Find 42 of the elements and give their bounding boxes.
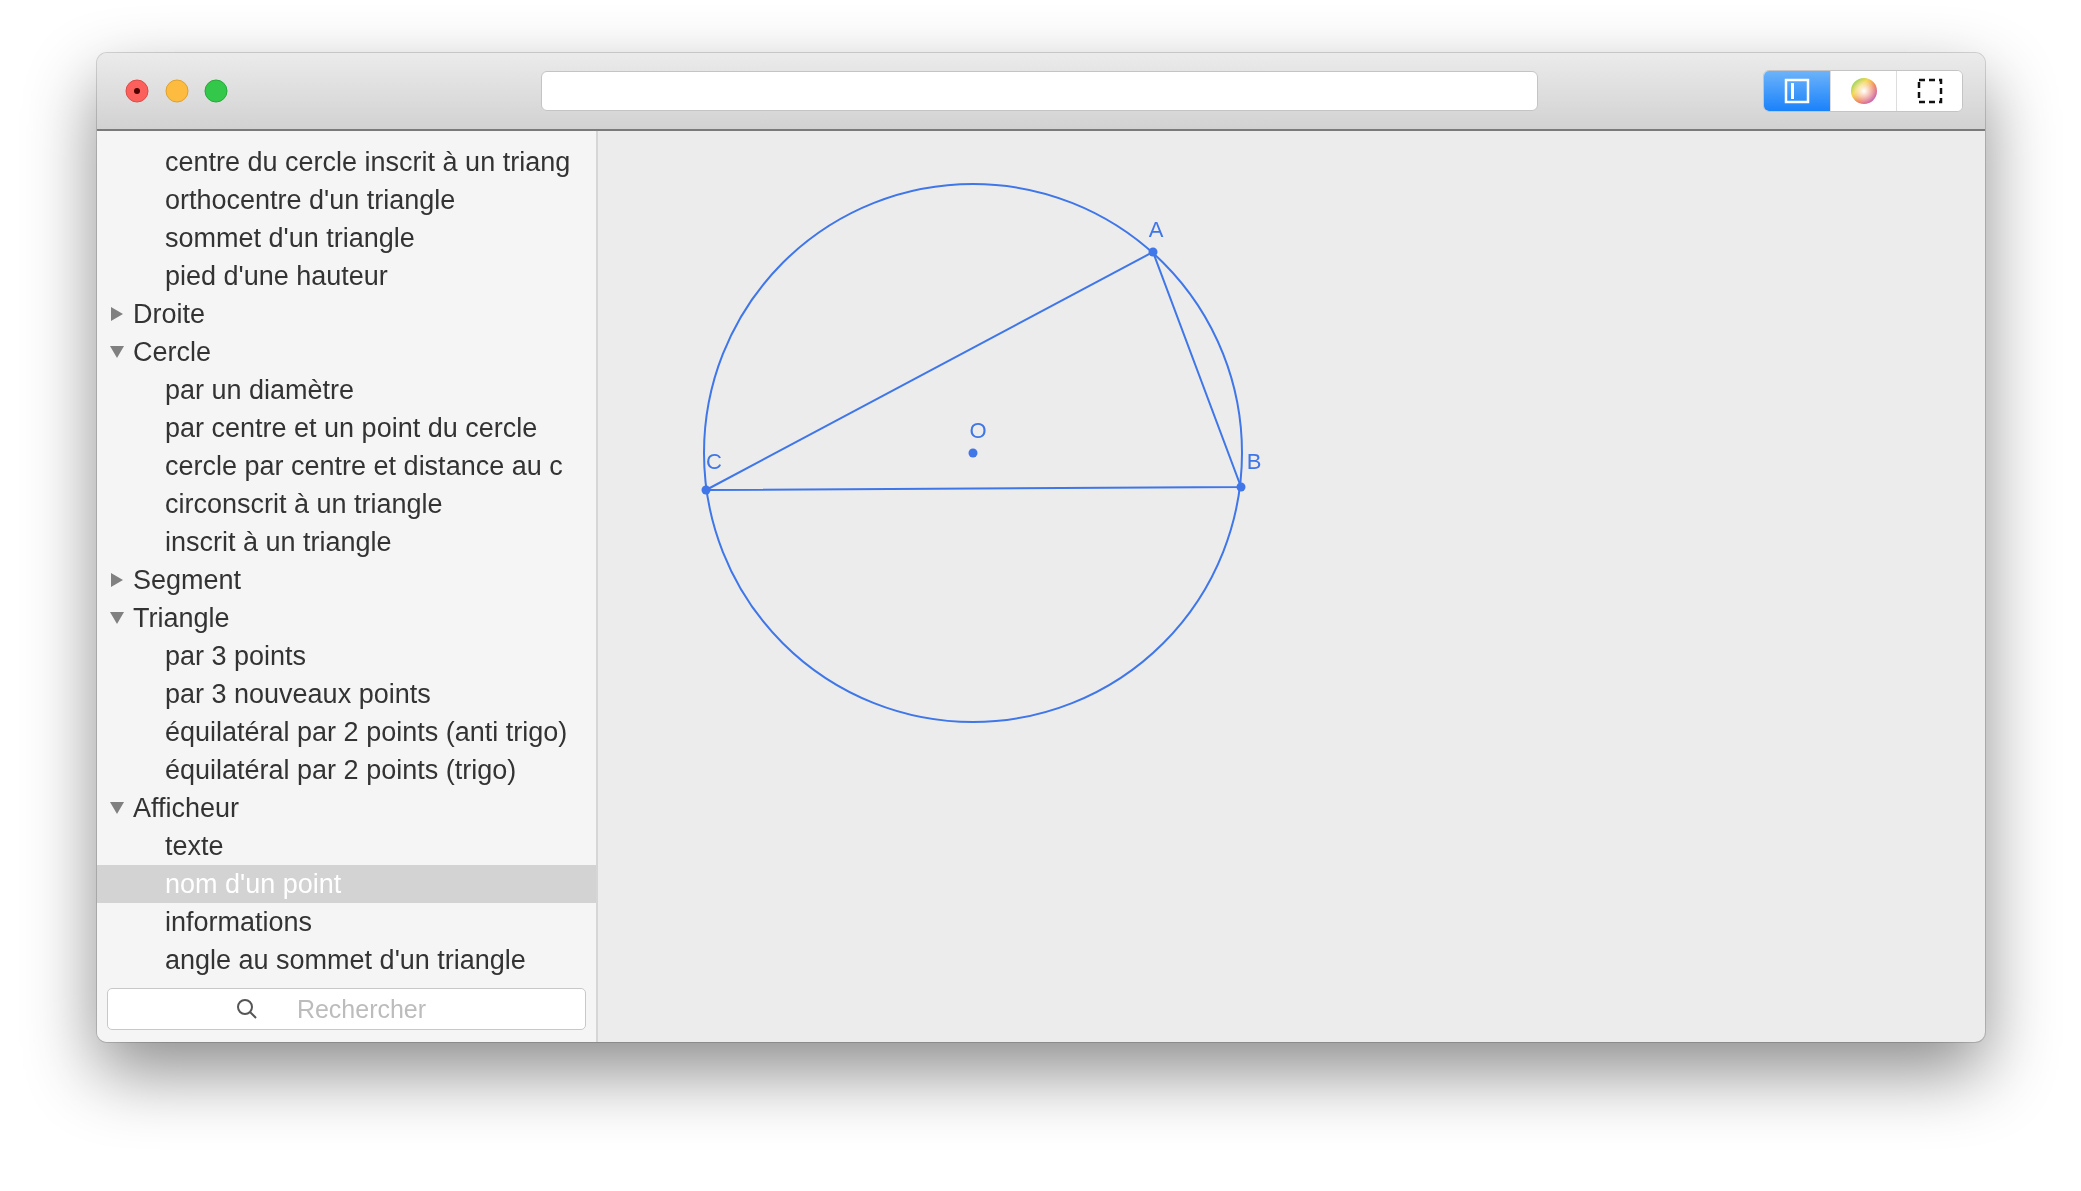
point-marker[interactable] (701, 485, 711, 495)
tool-item[interactable]: centre du cercle inscrit à un triang (97, 143, 596, 181)
point-marker[interactable] (968, 448, 978, 458)
color-wheel-icon (1848, 76, 1879, 106)
tool-item[interactable]: angle au sommet d'un triangle (97, 941, 596, 979)
category-label[interactable]: Afficheur (133, 792, 240, 824)
category-label[interactable]: Cercle (133, 336, 212, 368)
tool-item[interactable]: inscrit à un triangle (97, 523, 596, 561)
category-label[interactable]: Segment (133, 564, 242, 596)
point-label: C (706, 449, 722, 474)
tool-item[interactable]: circonscrit à un triangle (97, 485, 596, 523)
tool-item[interactable]: sommet d'un triangle (97, 219, 596, 257)
tool-item[interactable]: par un diamètre (97, 371, 596, 409)
window-controls-icon[interactable] (125, 78, 229, 104)
sidebar-icon (1784, 78, 1810, 104)
view-button[interactable] (1896, 71, 1962, 111)
point-marker[interactable] (1236, 482, 1246, 492)
search-field[interactable]: Rechercher (107, 988, 586, 1030)
tool-item[interactable]: texte (97, 827, 596, 865)
point-label: A (1148, 217, 1164, 242)
collapsed-triangle-icon[interactable] (109, 306, 125, 322)
tool-item[interactable]: cercle par centre et distance au c (97, 447, 596, 485)
tool-item[interactable]: par 3 nouveaux points (97, 675, 596, 713)
point-marker[interactable] (1148, 247, 1158, 257)
expanded-triangle-icon[interactable] (109, 344, 125, 360)
collapsed-triangle-icon[interactable] (109, 572, 125, 588)
tool-item[interactable]: par centre et un point du cercle (97, 409, 596, 447)
tool-item[interactable]: informations (97, 903, 596, 941)
tool-item[interactable]: orthocentre d'un triangle (97, 181, 596, 219)
point-label: B (1246, 449, 1262, 474)
tool-item[interactable]: équilatéral par 2 points (trigo) (97, 751, 596, 789)
category-label[interactable]: Triangle (133, 602, 230, 634)
expanded-triangle-icon[interactable] (109, 610, 125, 626)
category-label[interactable]: Droite (133, 298, 206, 330)
expanded-triangle-icon[interactable] (109, 800, 125, 816)
search-icon (235, 997, 259, 1021)
tool-item[interactable]: par 3 points (97, 637, 596, 675)
tool-item[interactable]: équilatéral par 2 points (anti trigo) (97, 713, 596, 751)
point-label: O (969, 418, 987, 443)
selection-frame-icon (1915, 77, 1944, 105)
tool-item[interactable]: pied d'une hauteur (97, 257, 596, 295)
address-field[interactable] (541, 71, 1538, 111)
